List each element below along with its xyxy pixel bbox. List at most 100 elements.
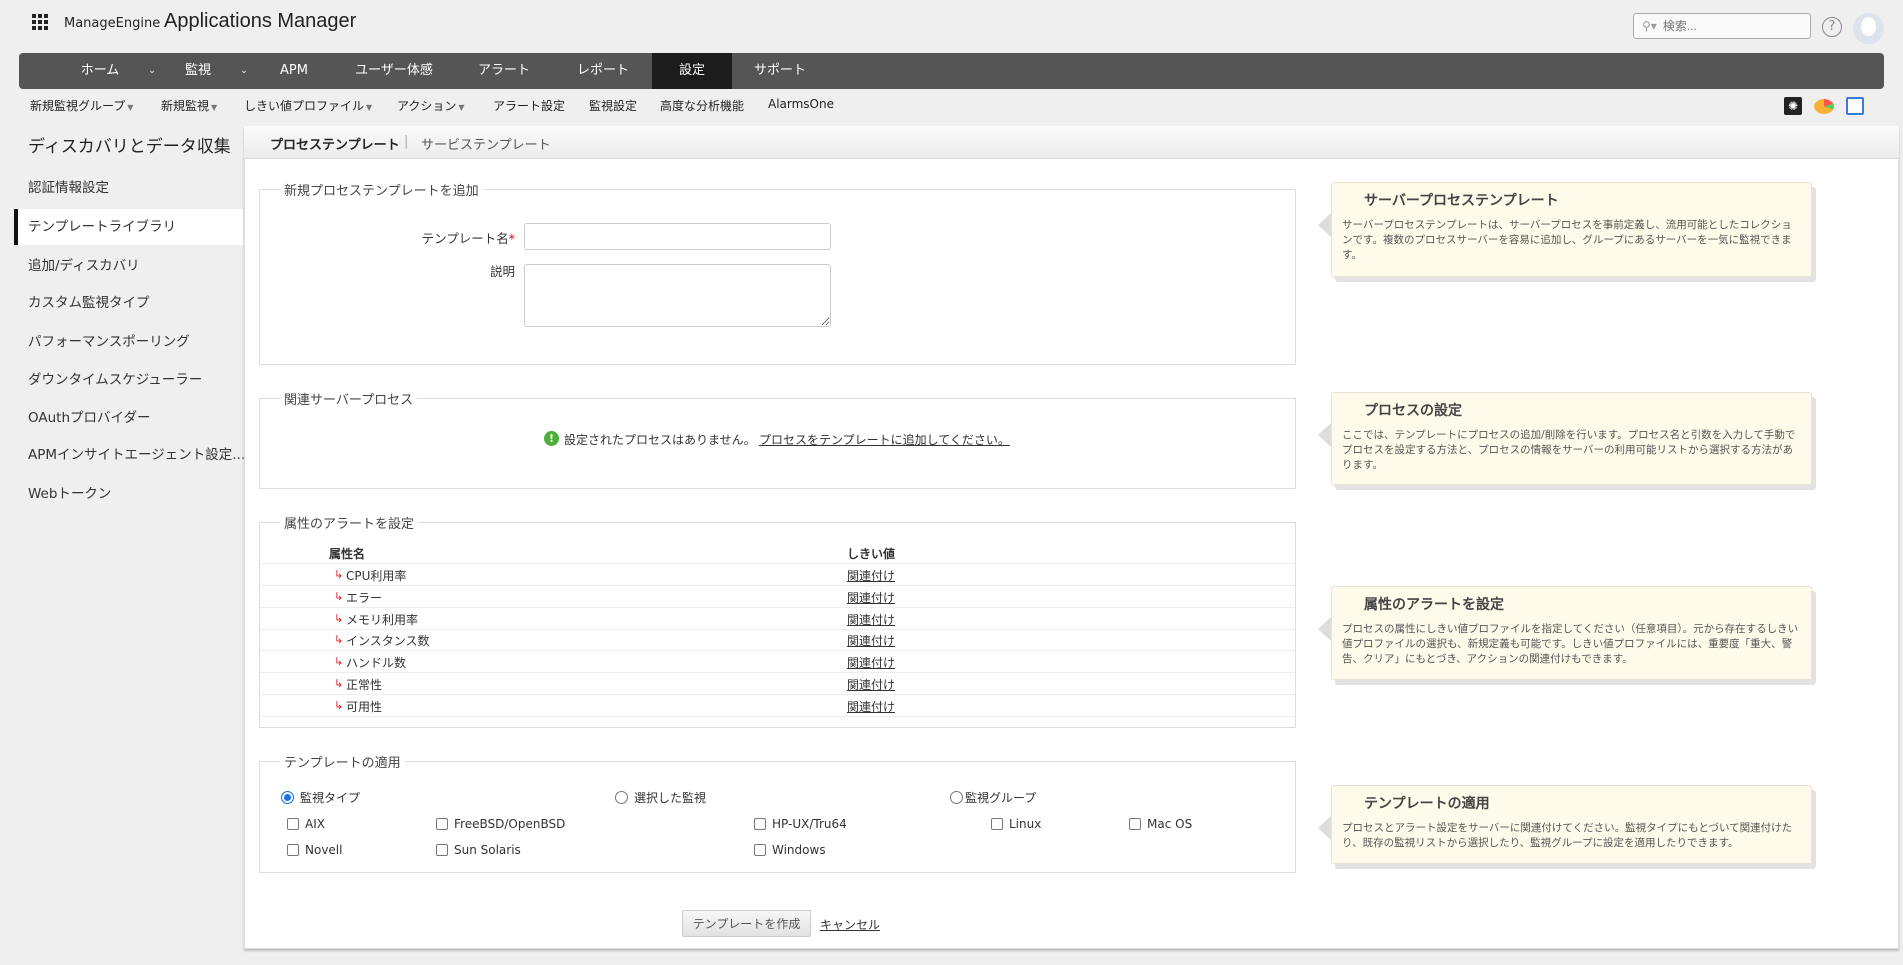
- associate-link[interactable]: 関連付け: [847, 589, 895, 606]
- checkbox-monitor-type[interactable]: AIX: [287, 817, 325, 831]
- tab-service-template[interactable]: サービステンプレート: [421, 134, 551, 153]
- print-icon[interactable]: [1846, 97, 1864, 115]
- sidebar-item-custom-monitor-type[interactable]: カスタム監視タイプ: [14, 285, 243, 321]
- associate-link[interactable]: 関連付け: [847, 567, 895, 584]
- cancel-link[interactable]: キャンセル: [820, 916, 880, 933]
- checkbox-monitor-type[interactable]: HP-UX/Tru64: [754, 817, 847, 831]
- caret-down-icon: ▼: [458, 103, 465, 112]
- nav-monitors[interactable]: 監視: [185, 53, 211, 89]
- associate-link[interactable]: 関連付け: [847, 611, 895, 628]
- radio-selected-monitors[interactable]: 選択した監視: [615, 789, 706, 806]
- subnav-actions[interactable]: アクション ▼: [397, 97, 465, 114]
- sidebar-item-web-token[interactable]: Webトークン: [14, 476, 243, 512]
- sidebar-item-template-library[interactable]: テンプレートライブラリ: [14, 209, 243, 245]
- table-row: ↳ 可用性 関連付け: [260, 695, 1295, 717]
- subnav-threshold-profile[interactable]: しきい値プロファイル ▼: [244, 97, 372, 114]
- section-title: テンプレートの適用: [284, 756, 401, 771]
- associate-link[interactable]: 関連付け: [847, 654, 895, 671]
- sidebar-item-add-discovery[interactable]: 追加/ディスカバリ: [14, 248, 243, 284]
- sub-arrow-icon: ↳: [334, 568, 344, 581]
- attribute-name: インスタンス数: [346, 634, 430, 649]
- nav-support[interactable]: サポート: [754, 53, 806, 89]
- associate-link[interactable]: 関連付け: [847, 698, 895, 715]
- nav-home[interactable]: ホーム: [81, 53, 120, 89]
- sidebar-item-downtime-scheduler[interactable]: ダウンタイムスケジューラー: [14, 362, 243, 398]
- checkbox[interactable]: [436, 818, 448, 830]
- help-box-process-settings: プロセスの設定 ここでは、テンプレートにプロセスの追加/削除を行います。プロセス名…: [1318, 392, 1812, 485]
- nav-alerts[interactable]: アラート: [478, 53, 530, 89]
- checkbox[interactable]: [436, 844, 448, 856]
- caret-down-icon: ▼: [211, 103, 218, 112]
- radio-monitor-type[interactable]: 監視タイプ: [281, 789, 360, 806]
- checkbox-label: FreeBSD/OpenBSD: [454, 817, 566, 831]
- checkbox[interactable]: [287, 844, 299, 856]
- subnav-new-monitor[interactable]: 新規監視 ▼: [161, 97, 217, 114]
- attribute-name: エラー: [346, 590, 383, 605]
- chart-icon[interactable]: [1814, 99, 1834, 114]
- sidebar-item-apm-insight-agent[interactable]: APMインサイトエージェント設定...: [14, 437, 245, 473]
- nav-apm[interactable]: APM: [280, 53, 308, 89]
- radio-button[interactable]: [615, 791, 628, 804]
- table-header: 属性名 しきい値: [260, 542, 1295, 564]
- nav-user-experience[interactable]: ユーザー体感: [355, 53, 433, 89]
- checkbox[interactable]: [754, 818, 766, 830]
- caret-down-icon: ▼: [127, 103, 134, 112]
- radio-monitor-group[interactable]: 監視グループ: [950, 789, 1036, 806]
- associate-link[interactable]: 関連付け: [847, 676, 895, 693]
- subnav-advanced-analytics[interactable]: 高度な分析機能: [660, 97, 744, 114]
- checkbox-label: HP-UX/Tru64: [772, 817, 847, 831]
- radio-label: 監視グループ: [965, 791, 1037, 805]
- template-name-input[interactable]: [524, 223, 831, 250]
- subnav-label: アクション: [397, 99, 457, 113]
- radio-label: 選択した監視: [634, 791, 707, 805]
- checkbox-monitor-type[interactable]: Linux: [991, 817, 1041, 831]
- checkbox[interactable]: [991, 818, 1003, 830]
- help-icon[interactable]: ?: [1822, 17, 1842, 37]
- sidebar-item-credentials[interactable]: 認証情報設定: [14, 170, 243, 206]
- search-input[interactable]: [1662, 19, 1793, 33]
- col-threshold: しきい値: [847, 547, 896, 561]
- description-textarea[interactable]: [524, 264, 831, 327]
- subnav-alert-settings[interactable]: アラート設定: [493, 97, 565, 114]
- user-avatar[interactable]: [1853, 13, 1884, 44]
- sub-arrow-icon: ↳: [334, 611, 344, 625]
- checkbox[interactable]: [1129, 818, 1141, 830]
- app-menu-icon[interactable]: [32, 14, 48, 30]
- sidebar-item-oauth-provider[interactable]: OAuthプロバイダー: [14, 400, 243, 436]
- chevron-down-icon[interactable]: ⌄: [148, 53, 156, 89]
- label-text: テンプレート名: [421, 231, 509, 246]
- checkbox-monitor-type[interactable]: Windows: [754, 843, 826, 857]
- radio-button[interactable]: [281, 791, 294, 804]
- search-box[interactable]: ⚲▾: [1633, 13, 1811, 39]
- checkbox-monitor-type[interactable]: Sun Solaris: [436, 843, 521, 857]
- checkbox-monitor-type[interactable]: FreeBSD/OpenBSD: [436, 817, 565, 831]
- sub-arrow-icon: ↳: [334, 589, 344, 603]
- nav-reports[interactable]: レポート: [577, 53, 629, 89]
- chevron-down-icon[interactable]: ⌄: [240, 53, 248, 89]
- attribute-name: 可用性: [346, 699, 383, 714]
- shutter-icon[interactable]: ✺: [1784, 97, 1802, 115]
- checkbox-label: AIX: [305, 817, 325, 831]
- checkbox-monitor-type[interactable]: Mac OS: [1129, 817, 1192, 831]
- checkbox-label: Novell: [305, 843, 343, 857]
- description-label: 説明: [489, 264, 515, 279]
- subnav-label: 新規監視グループ: [30, 99, 126, 113]
- subnav-alarmsone[interactable]: AlarmsOne: [768, 97, 834, 111]
- sidebar-item-performance-polling[interactable]: パフォーマンスポーリング: [14, 324, 243, 360]
- checkbox-monitor-type[interactable]: Novell: [287, 843, 342, 857]
- associate-link[interactable]: 関連付け: [847, 632, 895, 649]
- tab-process-template[interactable]: プロセステンプレート: [270, 134, 400, 153]
- subnav-label: 新規監視: [161, 99, 210, 113]
- radio-button[interactable]: [950, 791, 963, 804]
- add-process-link[interactable]: プロセスをテンプレートに追加してください。: [759, 431, 1010, 448]
- nav-settings[interactable]: 設定: [652, 53, 732, 89]
- checkbox[interactable]: [287, 818, 299, 830]
- help-title: 属性のアラートを設定: [1364, 597, 1504, 613]
- help-body: サーバープロセステンプレートは、サーバープロセスを事前定義し、流用可能としたコレ…: [1342, 219, 1792, 261]
- help-body: プロセスとアラート設定をサーバーに関連付けてください。監視タイプにもとづいて関連…: [1342, 822, 1793, 849]
- subnav-monitor-settings[interactable]: 監視設定: [589, 97, 637, 114]
- create-template-button[interactable]: テンプレートを作成: [682, 910, 811, 937]
- checkbox[interactable]: [754, 844, 766, 856]
- main-nav: ホーム ⌄ 監視 ⌄ APM ユーザー体感 アラート レポート 設定 サポート: [19, 53, 1884, 89]
- subnav-new-monitor-group[interactable]: 新規監視グループ ▼: [30, 97, 133, 114]
